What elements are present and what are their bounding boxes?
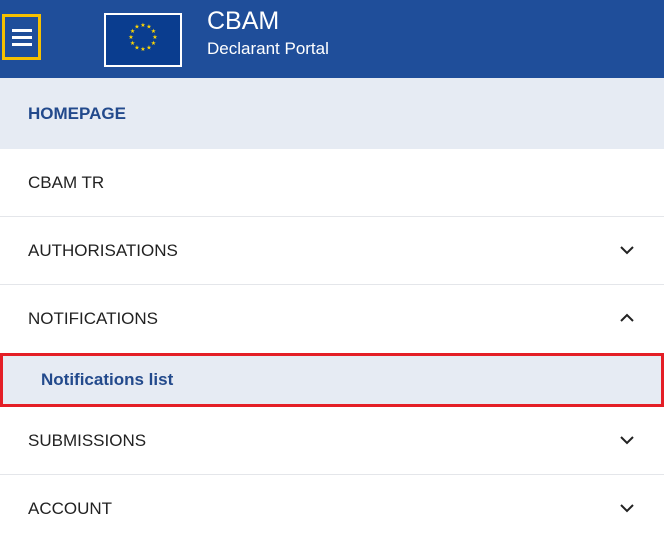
nav-item-cbam-tr[interactable]: CBAM TR (0, 149, 664, 217)
nav-item-submissions[interactable]: SUBMISSIONS (0, 407, 664, 475)
svg-text:★: ★ (146, 44, 151, 51)
nav-item-account[interactable]: ACCOUNT (0, 475, 664, 543)
app-header: ★ ★ ★ ★ ★ ★ ★ ★ ★ ★ ★ ★ CBAM Declarant P… (0, 0, 664, 78)
app-subtitle: Declarant Portal (207, 39, 329, 58)
chevron-down-icon (620, 246, 634, 255)
svg-text:★: ★ (140, 46, 145, 53)
hamburger-menu-icon[interactable] (2, 14, 41, 60)
nav-item-label: AUTHORISATIONS (28, 241, 178, 260)
svg-text:★: ★ (130, 40, 135, 47)
eu-flag-icon: ★ ★ ★ ★ ★ ★ ★ ★ ★ ★ ★ ★ (104, 13, 182, 67)
nav-item-label: NOTIFICATIONS (28, 309, 159, 328)
app-title: CBAM (207, 7, 280, 35)
svg-text:★: ★ (128, 34, 133, 41)
nav-item-label: SUBMISSIONS (28, 431, 147, 450)
svg-text:★: ★ (140, 22, 145, 29)
nav-item-label: CBAM TR (28, 173, 105, 192)
nav-item-authorisations[interactable]: AUTHORISATIONS (0, 217, 664, 285)
nav-item-label: HOMEPAGE (28, 104, 126, 123)
nav-item-notifications[interactable]: NOTIFICATIONS (0, 285, 664, 353)
nav-subitem-notifications-list[interactable]: Notifications list (0, 353, 664, 407)
nav-subitem-label: Notifications list (41, 370, 174, 389)
svg-text:★: ★ (134, 24, 139, 31)
sidebar-nav: HOMEPAGE CBAM TR AUTHORISATIONS NOTIFICA… (0, 78, 664, 543)
nav-item-label: ACCOUNT (28, 499, 113, 518)
chevron-up-icon (620, 313, 634, 322)
chevron-down-icon (620, 436, 634, 445)
nav-item-homepage[interactable]: HOMEPAGE (0, 78, 664, 149)
chevron-down-icon (620, 504, 634, 513)
